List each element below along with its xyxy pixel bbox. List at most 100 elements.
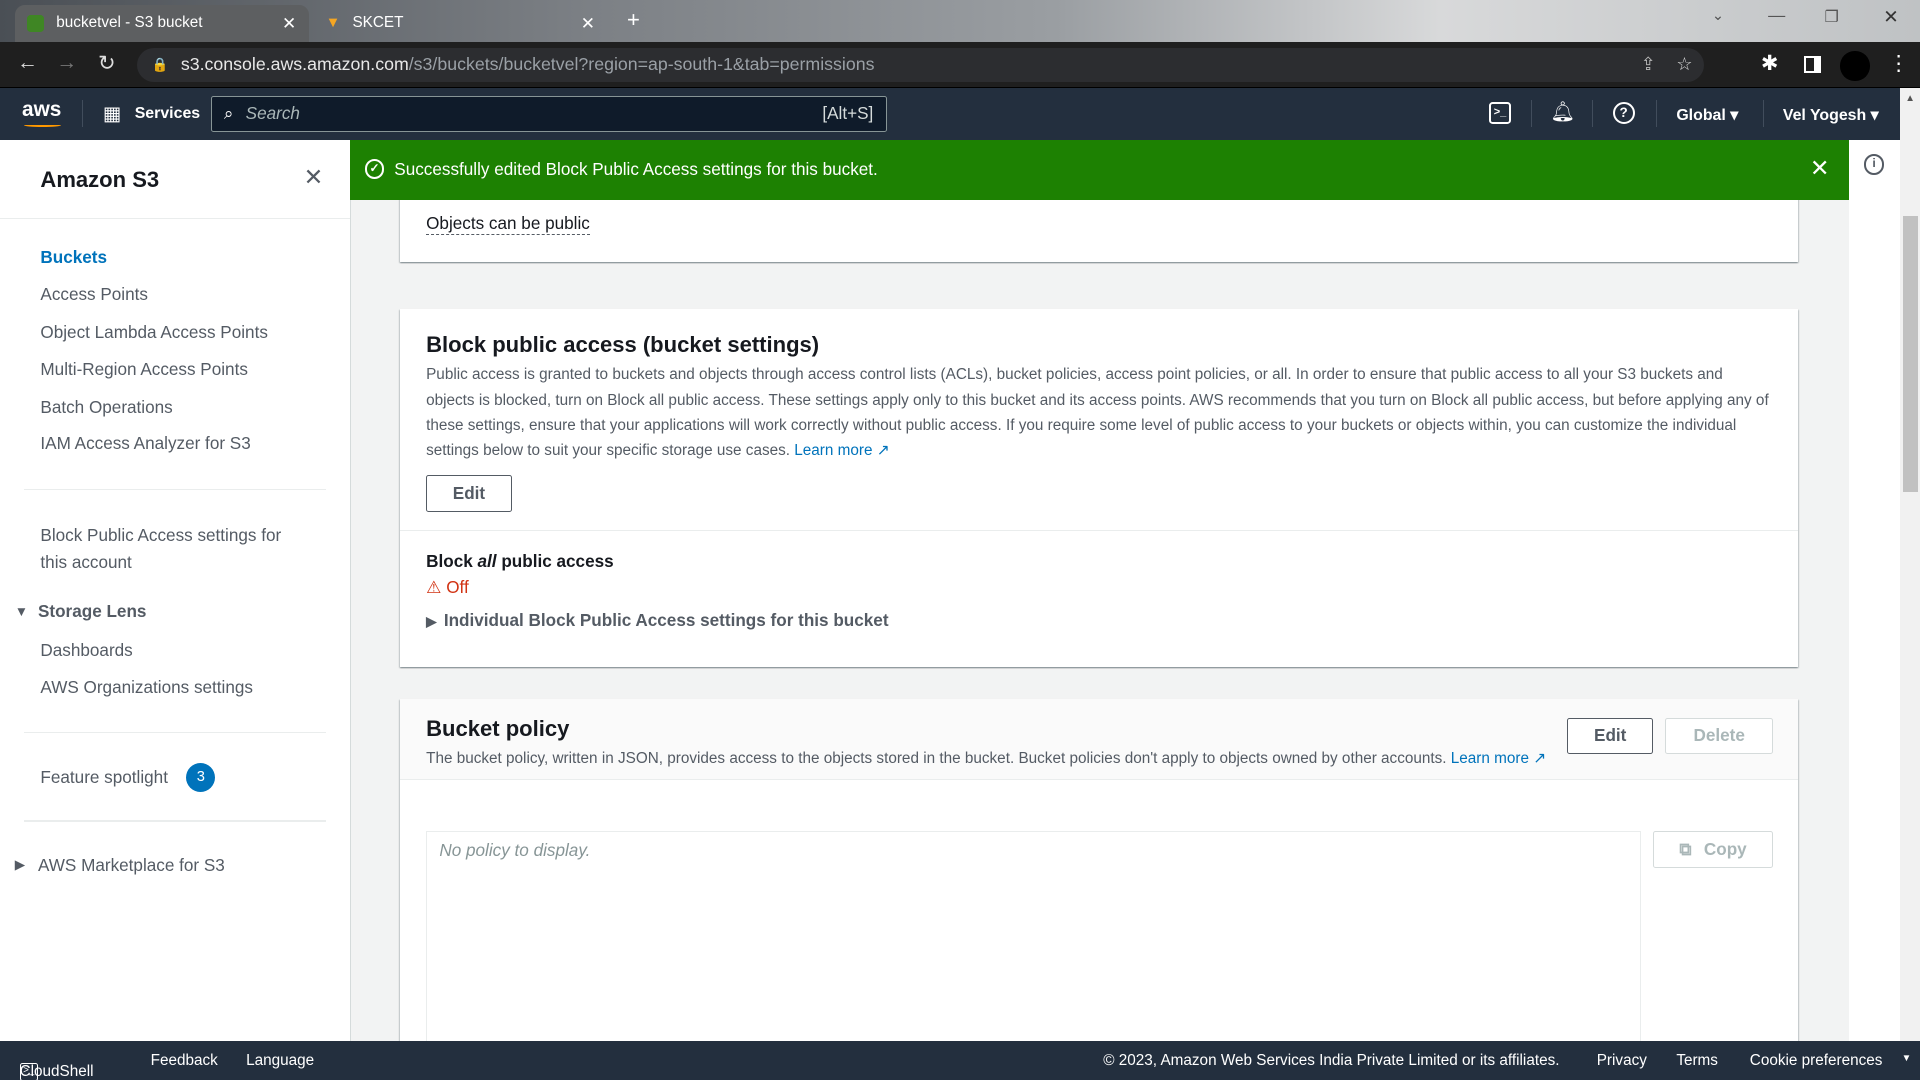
sidebar-item-iam-analyzer[interactable]: IAM Access Analyzer for S3	[40, 433, 250, 454]
footer-copyright: © 2023, Amazon Web Services India Privat…	[1103, 1051, 1560, 1069]
status-value: Off	[446, 576, 469, 597]
policy-editor[interactable]: No policy to display.	[426, 831, 1641, 1077]
search-icon: ⌕	[223, 103, 234, 124]
scroll-down-icon[interactable]: ▼	[1902, 1053, 1912, 1064]
individual-settings-expander[interactable]: ▶ Individual Block Public Access settings…	[426, 610, 888, 631]
close-tab-icon[interactable]: ✕	[581, 13, 595, 34]
label-part: Block	[426, 551, 478, 571]
forward-icon[interactable]: →	[56, 51, 77, 75]
label-part: public access	[496, 551, 614, 571]
bookmark-star-icon[interactable]: ☆	[1676, 54, 1692, 75]
aws-logo[interactable]: aws	[22, 98, 61, 122]
caret-right-icon[interactable]: ▶	[15, 857, 25, 873]
bpa-edit-button[interactable]: Edit	[426, 475, 512, 512]
caret-right-icon: ▶	[426, 613, 437, 629]
policy-delete-button[interactable]: Delete	[1665, 717, 1774, 755]
scroll-up-icon[interactable]: ▲	[1905, 93, 1915, 104]
tab-search-icon[interactable]: ⌄	[1712, 7, 1724, 24]
policy-description: The bucket policy, written in JSON, prov…	[426, 746, 1546, 771]
profile-avatar[interactable]	[1840, 51, 1870, 81]
new-tab-icon[interactable]: +	[627, 7, 640, 33]
sidebar: Amazon S3 ✕ Buckets Access Points Object…	[0, 139, 352, 1041]
url-host: s3.console.aws.amazon.com	[180, 54, 409, 75]
page-scrollbar[interactable]: ▲	[1900, 88, 1920, 1041]
url-bar[interactable]: 🔒 s3.console.aws.amazon.com/s3/buckets/b…	[137, 47, 1705, 83]
extensions-icon[interactable]: ✱	[1761, 51, 1778, 76]
help-icon[interactable]: ?	[1612, 101, 1635, 124]
url-path: /s3/buckets/bucketvel?region=ap-south-1&…	[408, 54, 875, 75]
sidebar-item-batch-operations[interactable]: Batch Operations	[40, 397, 172, 418]
search-input[interactable]: ⌕ Search [Alt+S]	[210, 95, 887, 133]
tab-skcet[interactable]: ▼ SKCET ✕	[313, 5, 607, 42]
feature-spotlight-badge: 3	[186, 762, 216, 793]
learn-more-label: Learn more	[1450, 749, 1530, 767]
footer-terms[interactable]: Terms	[1676, 1052, 1718, 1070]
copy-icon: ⧉	[1679, 839, 1692, 860]
close-sidebar-icon[interactable]: ✕	[304, 164, 323, 191]
notifications-bell-icon[interactable]: 🔔︎	[1550, 100, 1575, 124]
success-flash: ✓ Successfully edited Block Public Acces…	[350, 139, 1849, 200]
expander-label: Individual Block Public Access settings …	[443, 609, 889, 630]
policy-description-text: The bucket policy, written in JSON, prov…	[426, 749, 1447, 767]
info-icon[interactable]: i	[1863, 154, 1885, 176]
lock-icon: 🔒	[151, 56, 169, 72]
browser-tab-bar: bucketvel - S3 bucket ✕ ▼ SKCET ✕ + ⌄ — …	[0, 0, 1920, 42]
policy-copy-button[interactable]: ⧉ Copy	[1653, 831, 1774, 869]
footer-feedback[interactable]: Feedback	[151, 1052, 218, 1070]
cloudshell-icon[interactable]: >_	[1488, 101, 1511, 124]
maximize-icon[interactable]: ❐	[1824, 7, 1838, 27]
bpa-title: Block public access (bucket settings)	[426, 331, 820, 357]
tab-bucketvel[interactable]: bucketvel - S3 bucket ✕	[14, 4, 309, 42]
region-label: Global	[1676, 107, 1726, 125]
sidebar-item-account-bpa[interactable]: Block Public Access settings for this ac…	[40, 522, 309, 576]
tab-title: bucketvel - S3 bucket	[56, 14, 203, 32]
sidebar-section-storage-lens[interactable]: Storage Lens	[38, 601, 147, 622]
policy-empty-text: No policy to display.	[439, 839, 591, 860]
services-grid-icon[interactable]: ▦	[103, 102, 122, 126]
footer: >_ CloudShell Feedback Language © 2023, A…	[0, 1040, 1920, 1080]
region-selector[interactable]: Global ▾	[1676, 105, 1738, 125]
copy-label: Copy	[1703, 839, 1747, 860]
address-bar-row: ← → ↻ 🔒 s3.console.aws.amazon.com/s3/buc…	[0, 41, 1920, 89]
aws-top-nav: aws ▦ Services ⌕ Search [Alt+S] >_ 🔔︎ ? …	[0, 88, 1920, 140]
sidebar-title: Amazon S3	[40, 166, 160, 192]
reload-icon[interactable]: ↻	[98, 51, 115, 76]
policy-edit-button[interactable]: Edit	[1567, 717, 1654, 755]
block-all-status: ⚠ Off	[426, 577, 469, 598]
services-menu[interactable]: Services	[135, 105, 200, 123]
footer-privacy[interactable]: Privacy	[1597, 1052, 1647, 1070]
label-part: all	[477, 551, 497, 571]
user-name: Vel Yogesh	[1782, 107, 1867, 125]
chrome-menu-icon[interactable]: ⋮	[1888, 51, 1909, 76]
back-icon[interactable]: ←	[17, 51, 38, 75]
dismiss-flash-icon[interactable]: ✕	[1810, 155, 1829, 182]
scrollbar-thumb[interactable]	[1902, 215, 1918, 493]
sidebar-item-marketplace[interactable]: AWS Marketplace for S3	[38, 855, 225, 876]
sidebar-item-buckets[interactable]: Buckets	[40, 247, 107, 268]
policy-title: Bucket policy	[426, 716, 570, 742]
learn-more-label: Learn more	[794, 441, 873, 459]
side-panel-icon[interactable]	[1803, 56, 1821, 74]
sidebar-item-feature-spotlight[interactable]: Feature spotlight	[40, 767, 168, 788]
close-tab-icon[interactable]: ✕	[282, 13, 296, 34]
share-icon[interactable]: ⇪	[1641, 54, 1656, 75]
search-placeholder: Search	[245, 103, 300, 124]
bpa-learn-more-link[interactable]: Learn more ↗	[794, 442, 889, 459]
external-link-icon: ↗	[876, 441, 890, 459]
block-public-access-card: Block public access (bucket settings) Pu…	[400, 308, 1798, 668]
warning-icon: ⚠	[426, 576, 442, 597]
minimize-icon[interactable]: —	[1768, 5, 1785, 26]
sidebar-item-multi-region[interactable]: Multi-Region Access Points	[40, 359, 248, 380]
account-menu[interactable]: Vel Yogesh ▾	[1783, 105, 1879, 125]
sidebar-item-org-settings[interactable]: AWS Organizations settings	[40, 677, 253, 698]
flash-message: Successfully edited Block Public Access …	[394, 159, 878, 180]
footer-language[interactable]: Language	[246, 1052, 314, 1070]
caret-down-icon[interactable]: ▼	[15, 604, 28, 619]
sidebar-item-dashboards[interactable]: Dashboards	[40, 640, 132, 661]
sidebar-item-access-points[interactable]: Access Points	[40, 284, 148, 305]
close-window-icon[interactable]: ✕	[1883, 6, 1898, 28]
footer-cookie-preferences[interactable]: Cookie preferences	[1750, 1052, 1883, 1070]
bpa-description-text: Public access is granted to buckets and …	[426, 366, 1769, 459]
sidebar-item-object-lambda[interactable]: Object Lambda Access Points	[40, 322, 268, 343]
policy-learn-more-link[interactable]: Learn more ↗	[1451, 750, 1546, 767]
